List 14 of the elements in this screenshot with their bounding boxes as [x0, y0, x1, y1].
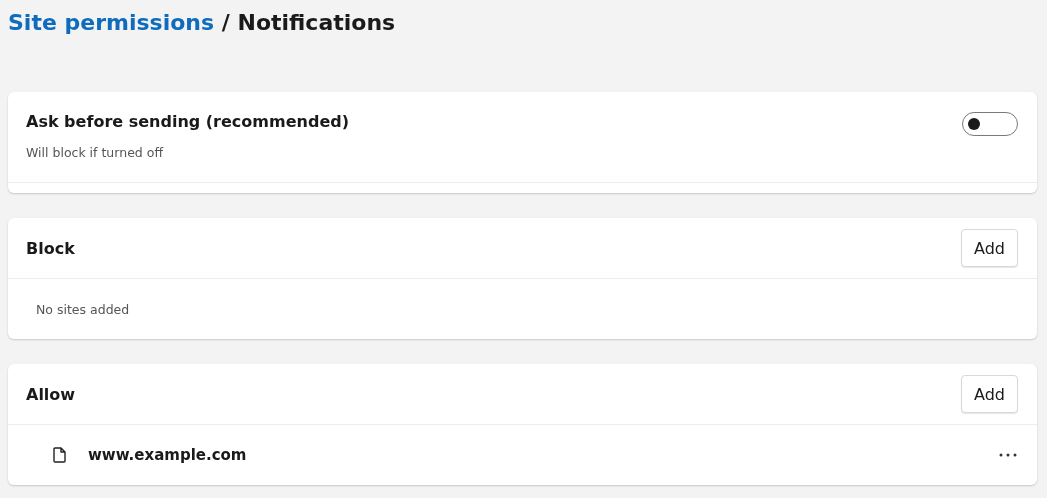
page-icon [53, 447, 66, 463]
add-button[interactable]: Add [961, 229, 1018, 267]
toggle-switch[interactable] [962, 112, 1018, 136]
more-icon[interactable] [999, 453, 1017, 457]
empty-message: No sites added [36, 301, 130, 317]
page-title: Notifications [237, 10, 396, 35]
breadcrumb-separator: / [221, 10, 230, 35]
site-name: www.example.com [88, 446, 248, 464]
list-title: Allow [26, 384, 76, 404]
list-title: Block [26, 238, 75, 258]
setting-title: Ask before sending (recommended) [26, 112, 349, 131]
setting-description: Will block if turned off [26, 145, 165, 160]
breadcrumb-link[interactable]: Site permissions [8, 10, 215, 35]
add-button[interactable]: Add [961, 375, 1018, 413]
